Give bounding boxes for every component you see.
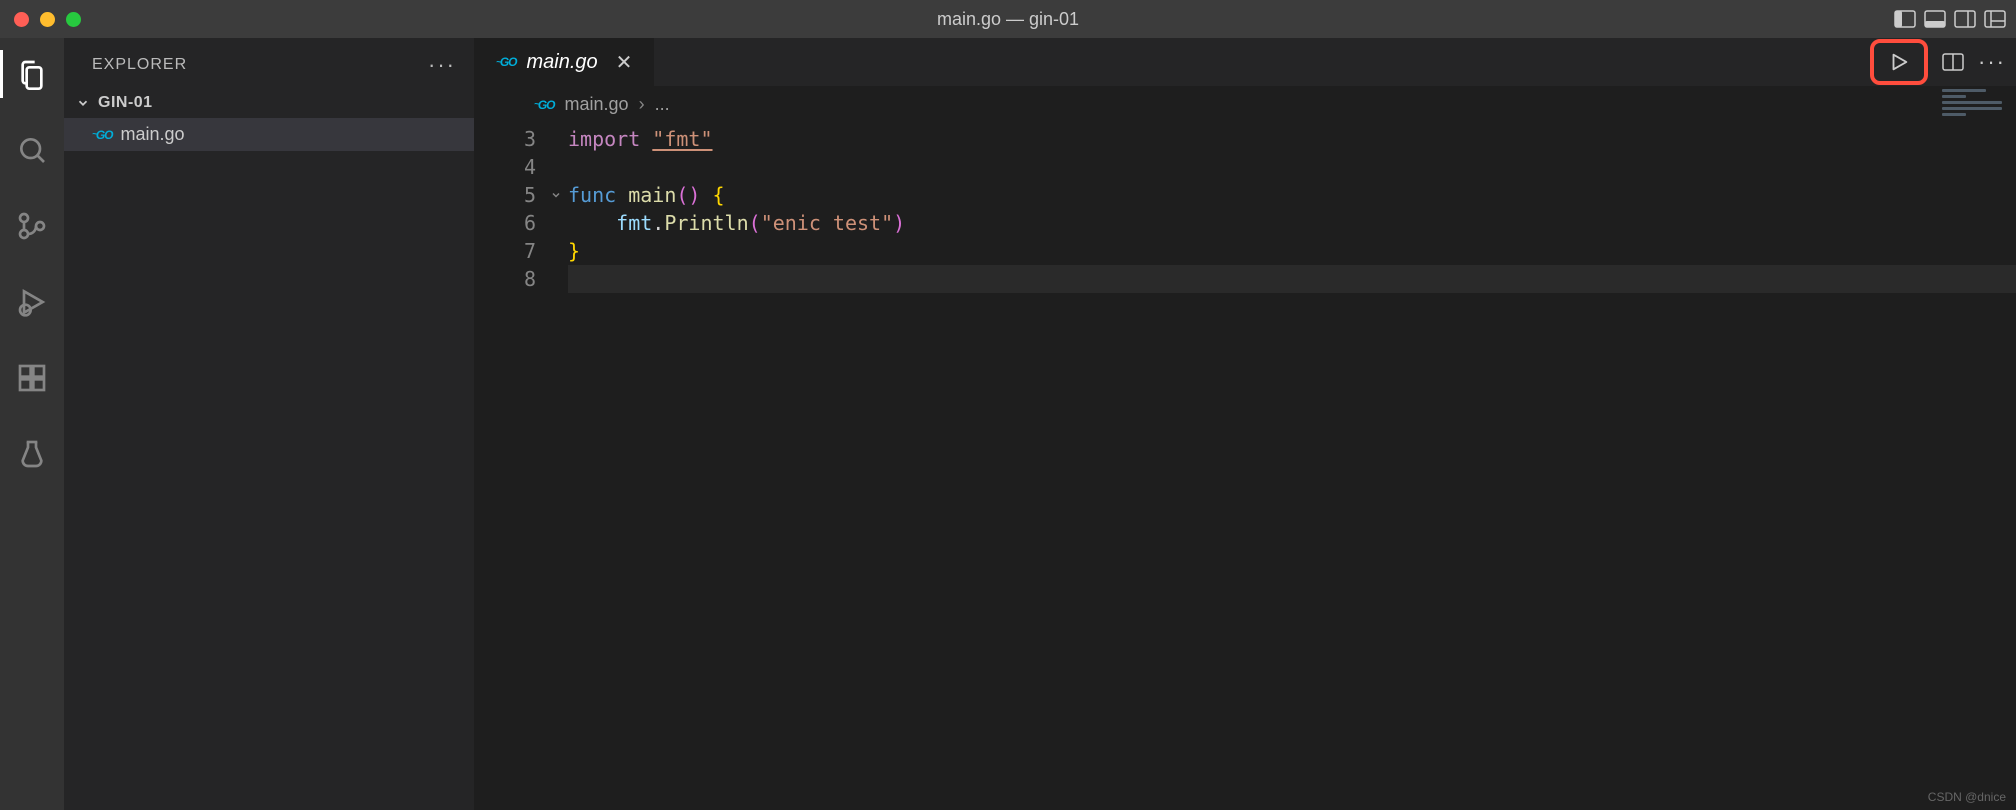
go-file-icon: GO [534, 98, 555, 112]
customize-layout-icon[interactable] [1984, 10, 2006, 28]
breadcrumb-file: main.go [565, 94, 629, 115]
sidebar-header: EXPLORER ··· [64, 38, 474, 88]
watermark: CSDN @dnice [1928, 790, 2006, 804]
window-maximize-button[interactable] [66, 12, 81, 27]
breadcrumb-rest: ... [655, 94, 670, 115]
window-controls [0, 12, 81, 27]
editor-area: GO main.go ✕ ··· GO main.go › ... 345678 [474, 38, 2016, 810]
activity-run-debug[interactable] [0, 278, 64, 326]
folder-header[interactable]: GIN-01 [64, 88, 474, 118]
close-icon[interactable]: ✕ [616, 50, 633, 75]
toggle-primary-sidebar-icon[interactable] [1894, 10, 1916, 28]
sidebar: EXPLORER ··· GIN-01 GO main.go [64, 38, 474, 810]
activity-bar [0, 38, 64, 810]
tab-bar: GO main.go ✕ ··· [474, 38, 2016, 86]
go-file-icon: GO [92, 128, 113, 142]
activity-extensions[interactable] [0, 354, 64, 402]
minimap[interactable] [1936, 86, 2016, 206]
window-title: main.go — gin-01 [937, 9, 1079, 30]
sidebar-title: EXPLORER [92, 56, 187, 74]
sidebar-more-icon[interactable]: ··· [428, 52, 456, 78]
activity-source-control[interactable] [0, 202, 64, 250]
breadcrumb[interactable]: GO main.go › ... [474, 86, 2016, 123]
editor-actions: ··· [1870, 38, 2006, 86]
chevron-down-icon [76, 96, 90, 110]
file-name: main.go [121, 124, 185, 145]
activity-search[interactable] [0, 126, 64, 174]
titlebar-layout-controls [1894, 10, 2006, 28]
folder-name: GIN-01 [98, 94, 153, 112]
window-minimize-button[interactable] [40, 12, 55, 27]
activity-testing[interactable] [0, 430, 64, 478]
tab-main-go[interactable]: GO main.go ✕ [474, 38, 654, 86]
code-editor[interactable]: 345678 import "fmt"func main() { fmt.Pri… [474, 123, 2016, 810]
file-item-main-go[interactable]: GO main.go [64, 118, 474, 151]
run-button[interactable] [1870, 39, 1928, 85]
editor-more-icon[interactable]: ··· [1978, 49, 2006, 75]
chevron-right-icon: › [639, 94, 645, 115]
line-number-gutter: 345678 [474, 125, 544, 810]
toggle-secondary-sidebar-icon[interactable] [1954, 10, 1976, 28]
go-file-icon: GO [496, 55, 517, 69]
titlebar: main.go — gin-01 [0, 0, 2016, 38]
window-close-button[interactable] [14, 12, 29, 27]
activity-explorer[interactable] [0, 50, 64, 98]
split-editor-icon[interactable] [1942, 52, 1964, 72]
fold-gutter [544, 125, 568, 810]
tab-label: main.go [527, 51, 598, 74]
code-content[interactable]: import "fmt"func main() { fmt.Println("e… [568, 125, 2016, 810]
toggle-panel-icon[interactable] [1924, 10, 1946, 28]
